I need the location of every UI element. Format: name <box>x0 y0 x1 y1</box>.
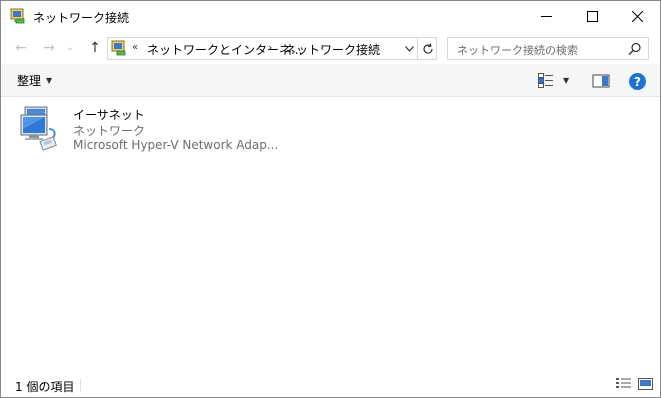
maximize-button[interactable] <box>569 1 615 32</box>
refresh-icon <box>422 42 433 54</box>
change-view-icon <box>538 73 553 88</box>
close-icon <box>631 11 643 22</box>
maximize-icon <box>586 11 598 22</box>
change-view-button[interactable]: ▼ <box>534 71 576 90</box>
caret-down-icon: ▼ <box>46 76 53 85</box>
explorer-window: ネットワーク接続 ← → ⌄ ↑ « ネットワークとインターネ... › ネット… <box>0 0 661 398</box>
large-icons-view-icon[interactable] <box>637 377 654 391</box>
list-item[interactable]: イーサネット ネットワーク Microsoft Hyper-V Network … <box>15 104 278 156</box>
caret-down-icon: ▼ <box>563 76 570 85</box>
chevron-down-icon <box>404 45 414 52</box>
help-icon: ? <box>634 74 641 89</box>
network-connections-icon <box>10 8 25 24</box>
breadcrumb-separator-icon[interactable]: › <box>268 41 272 54</box>
preview-pane-icon[interactable] <box>591 73 611 89</box>
item-device: Microsoft Hyper-V Network Adap... <box>73 138 279 152</box>
search-icon[interactable] <box>628 42 642 56</box>
ethernet-adapter-icon <box>20 106 57 151</box>
refresh-button[interactable] <box>417 38 437 59</box>
breadcrumb-overflow-icon[interactable]: « <box>132 42 138 53</box>
title-bar[interactable]: ネットワーク接続 <box>1 1 660 32</box>
navigation-bar: ← → ⌄ ↑ « ネットワークとインターネ... › ネットワーク接続 ネット… <box>1 32 660 64</box>
status-bar: 1 個の項目 <box>1 371 660 397</box>
address-history-dropdown[interactable] <box>402 40 416 57</box>
help-button[interactable]: ? <box>629 73 646 90</box>
command-bar: 整理 ▼ ▼ ? <box>1 64 660 97</box>
up-button[interactable]: ↑ <box>85 38 105 58</box>
network-connections-icon <box>111 40 126 56</box>
item-status: ネットワーク <box>73 124 146 138</box>
breadcrumb-network-internet[interactable]: ネットワークとインターネ... <box>147 41 302 58</box>
back-arrow-icon: ← <box>15 40 27 56</box>
back-button[interactable]: ← <box>11 38 31 58</box>
address-bar[interactable]: « ネットワークとインターネ... › ネットワーク接続 <box>107 37 437 60</box>
search-input[interactable]: ネットワーク接続の検索 <box>457 42 578 58</box>
file-list[interactable]: イーサネット ネットワーク Microsoft Hyper-V Network … <box>1 98 660 370</box>
close-button[interactable] <box>614 1 660 32</box>
minimize-button[interactable] <box>523 1 569 32</box>
minimize-icon <box>540 16 552 17</box>
details-view-icon[interactable] <box>615 377 632 391</box>
status-divider <box>80 379 81 392</box>
breadcrumb-network-connections[interactable]: ネットワーク接続 <box>284 41 380 58</box>
recent-locations-button[interactable]: ⌄ <box>63 38 77 58</box>
forward-button[interactable]: → <box>39 38 59 58</box>
up-arrow-icon: ↑ <box>89 40 101 56</box>
item-name: イーサネット <box>73 108 145 122</box>
organize-button[interactable]: 整理 ▼ <box>11 71 58 90</box>
forward-arrow-icon: → <box>43 40 55 56</box>
chevron-down-icon: ⌄ <box>66 43 74 53</box>
search-box[interactable]: ネットワーク接続の検索 <box>447 37 649 60</box>
item-count: 1 個の項目 <box>15 380 75 394</box>
organize-label: 整理 <box>17 74 42 88</box>
window-title: ネットワーク接続 <box>33 11 130 25</box>
